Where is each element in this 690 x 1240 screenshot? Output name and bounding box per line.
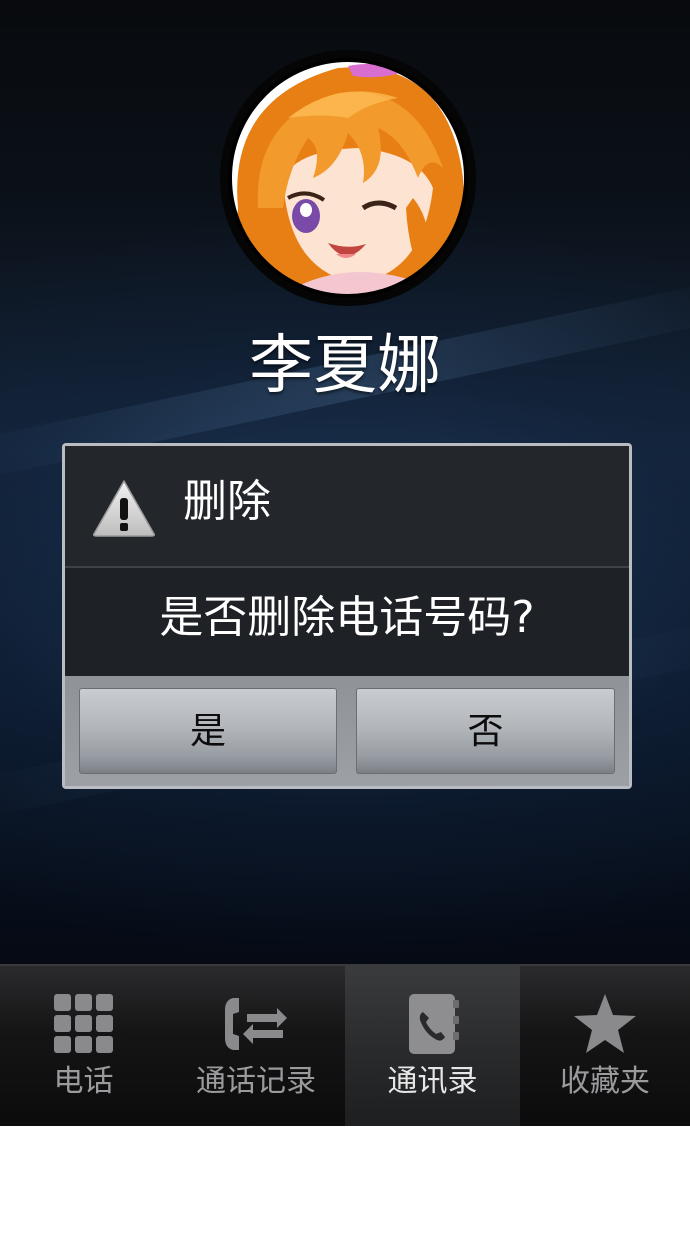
tab-label: 电话 <box>53 1064 114 1099</box>
yes-button[interactable]: 是 <box>79 688 337 774</box>
call-log-icon <box>225 998 287 1050</box>
contact-detail-screen: 李夏娜 删除 是否删除电话号码? 是 否 电话 通话记录 通讯录 收藏夹 <box>0 0 690 1126</box>
blank-area <box>0 1126 690 1240</box>
contact-name: 李夏娜 <box>249 329 441 403</box>
tab-contacts[interactable]: 通讯录 <box>345 966 520 1126</box>
no-button[interactable]: 否 <box>356 688 615 774</box>
contacts-book-icon <box>408 994 459 1054</box>
tab-label: 收藏夹 <box>560 1064 650 1099</box>
dialog-header: 删除 <box>65 446 629 568</box>
dialog-button-bar: 是 否 <box>65 676 629 786</box>
tab-dialer[interactable]: 电话 <box>0 966 167 1126</box>
tab-favorites[interactable]: 收藏夹 <box>520 966 690 1126</box>
delete-confirm-dialog: 删除 是否删除电话号码? 是 否 <box>62 443 632 789</box>
tab-label: 通话记录 <box>196 1064 316 1099</box>
dialog-message: 是否删除电话号码? <box>65 568 629 676</box>
tab-label: 通讯录 <box>387 1064 478 1099</box>
star-icon <box>574 994 636 1053</box>
tab-call-log[interactable]: 通话记录 <box>167 966 345 1126</box>
anime-girl-avatar-icon <box>228 58 468 298</box>
bottom-tab-bar: 电话 通话记录 通讯录 收藏夹 <box>0 964 690 1126</box>
contact-avatar[interactable] <box>220 50 476 306</box>
dialpad-icon <box>53 994 113 1053</box>
dialog-title: 删除 <box>183 476 271 527</box>
warning-icon <box>93 480 155 537</box>
